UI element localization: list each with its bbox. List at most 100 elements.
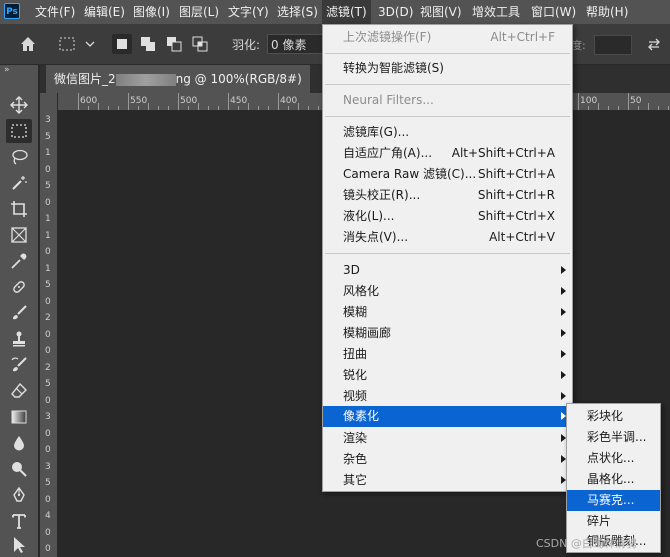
menu-window[interactable]: 窗口(W): [527, 0, 580, 24]
submenu-item-mosaic[interactable]: 马赛克...: [567, 490, 660, 511]
ruler-minor-tick: [108, 106, 109, 110]
menu-item-render[interactable]: 渲染: [323, 428, 572, 449]
submenu-item-pointillize[interactable]: 点状化...: [567, 448, 660, 469]
eraser-tool-icon[interactable]: [6, 379, 32, 403]
feather-input[interactable]: 0 像素: [267, 34, 325, 54]
menu-help[interactable]: 帮助(H): [582, 0, 632, 24]
ruler-tick: [628, 93, 629, 110]
menu-edit[interactable]: 编辑(E): [80, 0, 129, 24]
vertical-ruler[interactable]: 351050110150200250300350400: [40, 93, 58, 557]
menu-item-3d[interactable]: 3D: [323, 260, 572, 281]
ruler-minor-tick: [148, 103, 149, 110]
menu-item-blur-gallery[interactable]: 模糊画廊: [323, 323, 572, 344]
menu-view[interactable]: 视图(V): [416, 0, 466, 24]
submenu-arrow-icon: [561, 371, 566, 379]
menu-item-blur[interactable]: 模糊: [323, 302, 572, 323]
menu-item-liquify[interactable]: 液化(L)... Shift+Ctrl+X: [323, 206, 572, 227]
menu-item-lens-correction[interactable]: 镜头校正(R)... Shift+Ctrl+R: [323, 185, 572, 206]
ruler-minor-tick: [168, 106, 169, 110]
ruler-minor-tick: [98, 103, 99, 110]
frame-tool-icon[interactable]: [6, 223, 32, 247]
ruler-minor-tick: [208, 106, 209, 110]
menu-separator: [325, 253, 570, 254]
menu-item-noise[interactable]: 杂色: [323, 449, 572, 470]
submenu-item-facet[interactable]: 彩块化: [567, 406, 660, 427]
ruler-label: 0: [45, 445, 51, 455]
lasso-tool-icon[interactable]: [6, 145, 32, 169]
ruler-label: 5: [45, 181, 51, 191]
menu-filter[interactable]: 滤镜(T): [322, 0, 371, 24]
intersect-selection-icon[interactable]: [190, 34, 210, 54]
menu-item-filter-gallery[interactable]: 滤镜库(G)...: [323, 122, 572, 143]
ruler-minor-tick: [668, 106, 669, 110]
swap-dimensions-icon[interactable]: [644, 34, 664, 54]
width-field[interactable]: [594, 35, 632, 55]
ruler-minor-tick: [638, 106, 639, 110]
ruler-minor-tick: [158, 106, 159, 110]
menu-separator: [325, 116, 570, 117]
ruler-label: 0: [45, 527, 51, 538]
submenu-arrow-icon: [561, 287, 566, 295]
menu-item-adaptive-wide-angle[interactable]: 自适应广角(A)... Alt+Shift+Ctrl+A: [323, 143, 572, 164]
menu-item-video[interactable]: 视频: [323, 386, 572, 407]
new-selection-icon[interactable]: [112, 34, 132, 54]
ruler-label: 3: [45, 412, 51, 422]
dodge-tool-icon[interactable]: [6, 457, 32, 481]
subtract-from-selection-icon[interactable]: [164, 34, 184, 54]
menu-type[interactable]: 文字(Y): [224, 0, 273, 24]
gradient-tool-icon[interactable]: [6, 405, 32, 429]
menu-item-distort[interactable]: 扭曲: [323, 344, 572, 365]
submenu-item-color-halftone[interactable]: 彩色半调...: [567, 427, 660, 448]
add-to-selection-icon[interactable]: [138, 34, 158, 54]
history-brush-tool-icon[interactable]: [6, 353, 32, 377]
ruler-minor-tick: [188, 106, 189, 110]
menu-layer[interactable]: 图层(L): [175, 0, 223, 24]
ruler-label: 1: [45, 214, 51, 224]
quick-selection-tool-icon[interactable]: [6, 171, 32, 195]
collapse-toolbar-icon[interactable]: »: [4, 65, 10, 75]
ruler-tick: [78, 93, 79, 110]
rectangular-marquee-tool-icon[interactable]: [6, 119, 32, 143]
eyedropper-tool-icon[interactable]: [6, 249, 32, 273]
document-tab-title-prefix: 微信图片_2: [54, 72, 116, 86]
marquee-preset-picker[interactable]: [58, 34, 96, 54]
submenu-arrow-icon: [561, 308, 566, 316]
menu-item-other[interactable]: 其它: [323, 470, 572, 491]
menu-item-convert-smart-filters[interactable]: 转换为智能滤镜(S): [323, 58, 572, 79]
menu-separator: [325, 53, 570, 54]
pen-tool-icon[interactable]: [6, 483, 32, 507]
menu-item-stylize[interactable]: 风格化: [323, 281, 572, 302]
home-icon[interactable]: [18, 34, 38, 54]
ruler-minor-tick: [618, 106, 619, 110]
menu-item-last-filter: 上次滤镜操作(F) Alt+Ctrl+F: [343, 30, 555, 44]
blur-tool-icon[interactable]: [6, 431, 32, 455]
menu-item-camera-raw[interactable]: Camera Raw 滤镜(C)... Shift+Ctrl+A: [323, 164, 572, 185]
type-tool-icon[interactable]: [6, 509, 32, 533]
submenu-item-crystallize[interactable]: 晶格化...: [567, 469, 660, 490]
menu-plugins[interactable]: 增效工具: [468, 0, 524, 24]
ruler-label: 0: [45, 544, 51, 554]
ruler-minor-tick: [198, 103, 199, 110]
menu-select[interactable]: 选择(S): [273, 0, 322, 24]
menu-item-pixelate[interactable]: 像素化: [323, 406, 572, 427]
move-tool-icon[interactable]: [6, 93, 32, 117]
menu-item-sharpen[interactable]: 锐化: [323, 365, 572, 386]
ruler-label: 5: [45, 280, 51, 290]
submenu-item-fragment[interactable]: 碎片: [567, 511, 660, 532]
menu-3d[interactable]: 3D(D): [374, 0, 417, 24]
ruler-label: 0: [45, 247, 51, 257]
menu-item-vanishing-point[interactable]: 消失点(V)... Alt+Ctrl+V: [323, 227, 572, 248]
path-selection-tool-icon[interactable]: [6, 533, 32, 557]
brush-tool-icon[interactable]: [6, 301, 32, 325]
ruler-minor-tick: [268, 106, 269, 110]
options-partial-label: 度:: [571, 39, 586, 52]
clone-stamp-tool-icon[interactable]: [6, 327, 32, 351]
ruler-tick: [128, 93, 129, 110]
crop-tool-icon[interactable]: [6, 197, 32, 221]
ruler-label: 5: [45, 478, 51, 488]
healing-brush-tool-icon[interactable]: [6, 275, 32, 299]
menu-file[interactable]: 文件(F): [31, 0, 79, 24]
ruler-label: 5: [45, 131, 51, 142]
menu-image[interactable]: 图像(I): [129, 0, 174, 24]
document-tab[interactable]: 微信图片_2 ng @ 100%(RGB/8#): [46, 65, 310, 93]
